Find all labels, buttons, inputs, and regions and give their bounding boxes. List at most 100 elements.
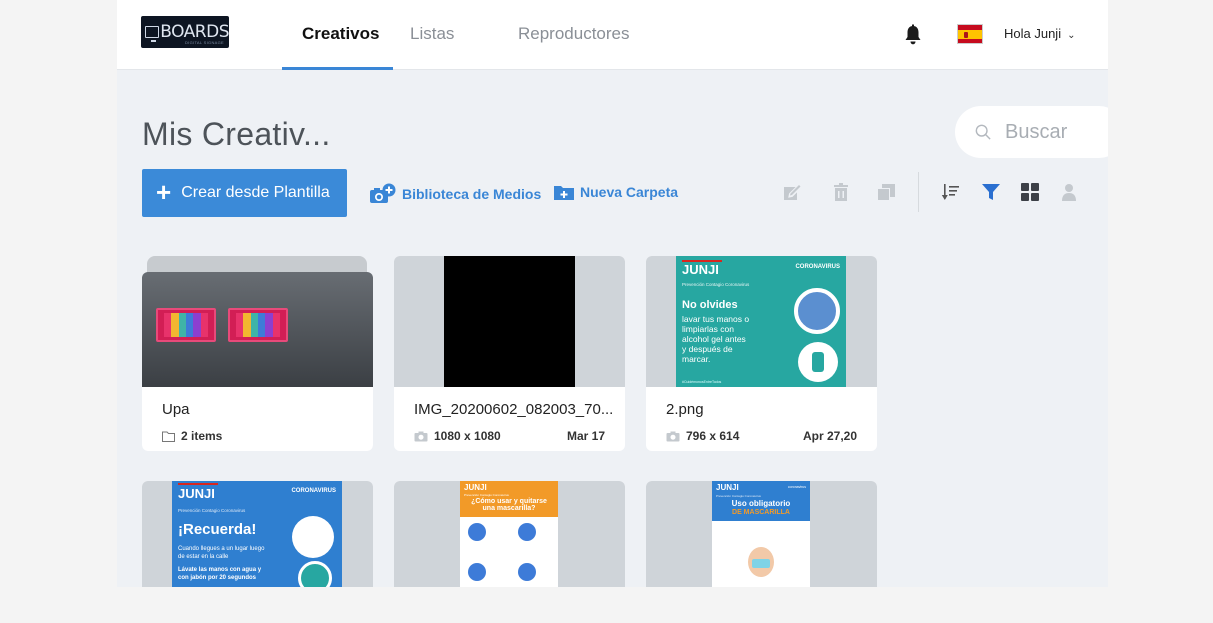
image-thumbnail: JUNJI CORONAVIRUS Prevención Contagio Co…: [142, 481, 373, 587]
media-library-button[interactable]: Biblioteca de Medios: [369, 183, 541, 205]
item-date: Apr 27,20: [802, 429, 857, 443]
poster-preview: JUNJI CORONAVIRUS Prevención Contagio Co…: [172, 481, 342, 587]
toolbar-divider: [918, 172, 919, 212]
sort-icon[interactable]: [941, 182, 961, 202]
poster-headline: ¡Recuerda!: [178, 521, 257, 538]
tab-listas[interactable]: Listas: [410, 24, 454, 44]
folder-preview-thumb: [228, 308, 288, 342]
poster-hashtag: #CuidémonosEntreTodos: [682, 380, 722, 384]
folder-thumbnail: [142, 272, 373, 387]
handwash-illustration: [794, 288, 840, 334]
poster-line: marcar.: [682, 354, 711, 365]
camera-icon: [666, 431, 680, 441]
poster-preview: JUNJI Prevención Contagio Coronavirus ¿C…: [460, 481, 558, 587]
logo-subtext: DIGITAL SIGNAGE: [185, 40, 224, 45]
create-from-template-button[interactable]: + Crear desde Plantilla: [142, 169, 347, 217]
item-name: IMG_20200602_082003_70...: [414, 401, 614, 418]
folder-outline-icon: [162, 431, 175, 442]
image-thumbnail: JUNJI Prevención Contagio Coronavirus ¿C…: [394, 481, 625, 587]
image-dimensions: 796 x 614: [686, 429, 740, 443]
folder-preview-thumb: [156, 308, 216, 342]
monitor-icon: [145, 26, 160, 42]
search-input[interactable]: [1005, 120, 1108, 144]
poster-line: limpiarlas con: [682, 324, 734, 335]
timer-illustration: [298, 561, 332, 587]
image-card[interactable]: JUNJI coronavirus Prevención Contagio Co…: [646, 481, 877, 587]
user-greeting: Hola Junji: [1004, 26, 1062, 41]
item-meta: 2 items: [162, 429, 222, 443]
media-library-icon: [370, 183, 396, 203]
image-dimensions: 1080 x 1080: [434, 429, 501, 443]
poster-org: JUNJI: [178, 486, 215, 501]
chevron-down-icon: ⌄: [1067, 30, 1076, 41]
poster-subtitle: Prevención Contagio Coronavirus: [178, 508, 246, 513]
poster-subtitle: Prevención Contagio Coronavirus: [682, 282, 750, 287]
poster-headline-2: DE MASCARILLA: [732, 509, 790, 516]
item-name: Upa: [162, 401, 190, 418]
create-button-label: Crear desde Plantilla: [181, 184, 330, 201]
poster-org: JUNJI: [464, 483, 487, 492]
logo-text: BOARDS: [160, 21, 229, 42]
image-card[interactable]: JUNJI CORONAVIRUS Prevención Contagio Co…: [142, 481, 373, 587]
user-menu[interactable]: Hola Junji ⌄: [1004, 26, 1075, 41]
grid-view-icon[interactable]: [1020, 182, 1040, 202]
image-thumbnail: JUNJI coronavirus Prevención Contagio Co…: [646, 481, 877, 587]
sanitizer-illustration: [798, 342, 838, 382]
page-title: Mis Creativ...: [142, 116, 331, 152]
image-thumbnail: JUNJI CORONAVIRUS Prevención Contagio Co…: [646, 256, 877, 387]
poster-line: Cuando llegues a un lugar luego: [178, 546, 265, 552]
app-window: BOARDS DIGITAL SIGNAGE Creativos Listas …: [117, 0, 1108, 587]
spain-flag-icon[interactable]: [957, 24, 983, 44]
item-meta: 796 x 614: [666, 429, 739, 443]
trash-icon[interactable]: [831, 182, 851, 202]
poster-org: JUNJI: [682, 262, 719, 277]
image-card[interactable]: IMG_20200602_082003_70... 1080 x 1080 Ma…: [394, 256, 625, 451]
poster-preview: JUNJI CORONAVIRUS Prevención Contagio Co…: [676, 256, 846, 387]
item-meta: 1080 x 1080: [414, 429, 501, 443]
filter-icon[interactable]: [981, 182, 1001, 202]
new-folder-button[interactable]: Nueva Carpeta: [553, 183, 678, 201]
image-card[interactable]: JUNJI CORONAVIRUS Prevención Contagio Co…: [646, 256, 877, 451]
poster-campaign: CORONAVIRUS: [291, 488, 336, 494]
folder-plus-icon: [554, 186, 574, 200]
poster-campaign: CORONAVIRUS: [795, 264, 840, 270]
poster-body: lavar tus manos o limpiarlas con alcohol…: [682, 314, 749, 364]
tab-reproductores[interactable]: Reproductores: [518, 24, 630, 44]
camera-icon: [414, 431, 428, 441]
search-box[interactable]: [955, 106, 1108, 158]
poster-line: de estar en la calle: [178, 553, 229, 560]
poster-headline: ¿Cómo usar y quitarse una mascarilla?: [471, 498, 547, 513]
edit-icon[interactable]: [782, 182, 802, 202]
poster-preview: JUNJI coronavirus Prevención Contagio Co…: [712, 481, 810, 587]
image-card[interactable]: JUNJI Prevención Contagio Coronavirus ¿C…: [394, 481, 625, 587]
active-tab-indicator: [282, 67, 393, 70]
item-date: Mar 17: [566, 429, 605, 443]
boards-logo[interactable]: BOARDS DIGITAL SIGNAGE: [141, 16, 229, 48]
bell-icon[interactable]: [903, 24, 923, 46]
folder-card-upa[interactable]: Upa 2 items: [142, 256, 373, 451]
user-filter-icon[interactable]: [1059, 182, 1079, 202]
duplicate-icon[interactable]: [876, 182, 896, 202]
poster-body: Cuando llegues a un lugar luego de estar…: [178, 546, 264, 582]
item-count: 2 items: [181, 429, 223, 443]
poster-line: lavar tus manos o: [682, 314, 750, 324]
new-folder-label: Nueva Carpeta: [580, 184, 679, 200]
poster-line: Lávate las manos con agua y: [178, 567, 262, 573]
poster-subtitle: Prevención Contagio Coronavirus: [464, 493, 509, 497]
image-thumbnail: [394, 256, 625, 387]
plus-icon: +: [156, 177, 172, 207]
poster-headline: No olvides: [682, 299, 738, 311]
poster-line: alcohol gel antes: [682, 334, 746, 345]
poster-campaign: coronavirus: [787, 485, 806, 489]
poster-org: JUNJI: [716, 483, 739, 492]
poster-subtitle: Prevención Contagio Coronavirus: [716, 494, 761, 498]
top-navbar: BOARDS DIGITAL SIGNAGE Creativos Listas …: [117, 0, 1108, 70]
poster-line: con jabón por 20 segundos: [178, 574, 257, 581]
media-library-label: Biblioteca de Medios: [402, 186, 542, 202]
search-icon: [975, 124, 991, 140]
handwash-illustration: [292, 516, 334, 558]
tab-creativos[interactable]: Creativos: [302, 24, 379, 44]
item-name: 2.png: [666, 401, 704, 418]
poster-headline: Uso obligatorio: [731, 499, 791, 508]
poster-line: y después de: [682, 344, 733, 355]
